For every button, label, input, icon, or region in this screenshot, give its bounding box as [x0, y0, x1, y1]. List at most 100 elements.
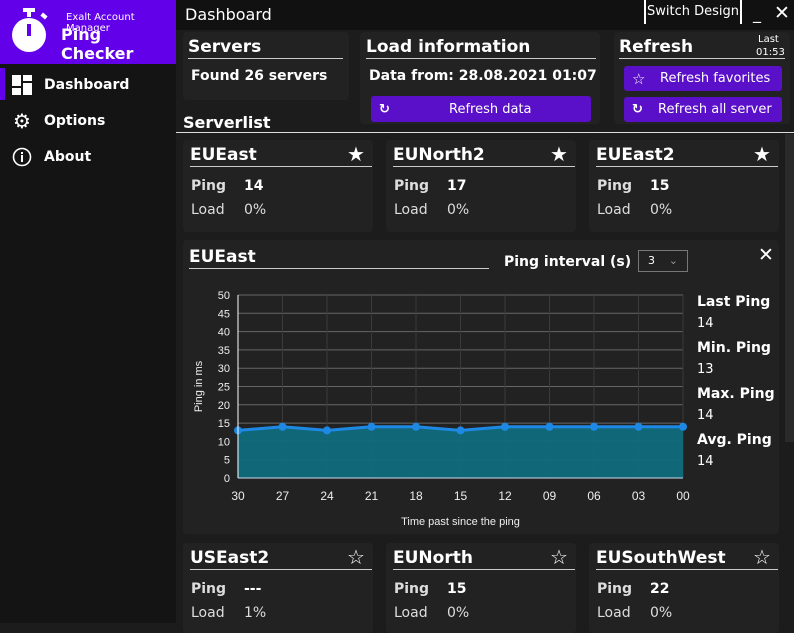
- switch-design-button[interactable]: Switch Design: [644, 0, 742, 24]
- select-value: 3: [648, 254, 655, 267]
- server-name: EUSouthWest: [596, 548, 778, 570]
- ping-value: 14: [244, 178, 264, 194]
- y-tick-label: 50: [218, 290, 230, 302]
- y-tick-label: 45: [218, 308, 230, 320]
- x-tick-label: 21: [365, 489, 379, 503]
- button-label: Refresh all server: [658, 102, 772, 117]
- y-tick-label: 25: [218, 382, 230, 394]
- scrollbar[interactable]: [785, 134, 794, 442]
- refresh-favorites-button[interactable]: ☆ Refresh favorites: [624, 66, 782, 91]
- data-point: [590, 422, 598, 431]
- app-logo: Exalt Account Manager Ping Checker: [0, 0, 176, 64]
- app-title: Ping Checker: [61, 25, 134, 63]
- gear-icon: ⚙: [13, 109, 31, 133]
- stat-value: 14: [697, 316, 714, 331]
- x-tick-label: 27: [276, 489, 290, 503]
- x-tick-label: 06: [587, 489, 601, 503]
- load-value: 0%: [650, 202, 673, 218]
- stat-value: 14: [697, 408, 714, 423]
- y-tick-label: 40: [218, 327, 230, 339]
- stat-label: Min. Ping: [697, 340, 771, 356]
- sidebar-item-label: Options: [44, 113, 106, 129]
- ping-value: 22: [650, 581, 670, 597]
- detail-title: EUEast: [189, 247, 489, 269]
- star-filled-icon[interactable]: ★: [550, 144, 568, 164]
- ping-label: Ping: [191, 178, 227, 194]
- load-label: Load: [597, 605, 631, 621]
- refresh-all-button[interactable]: ↻ Refresh all server: [624, 97, 782, 122]
- server-card[interactable]: EUEast2 ★ Ping 15 Load 0%: [589, 140, 779, 232]
- server-card[interactable]: EUNorth2 ★ Ping 17 Load 0%: [386, 140, 576, 232]
- load-value: 0%: [447, 605, 470, 621]
- sidebar-item-about[interactable]: About: [0, 140, 176, 174]
- x-tick-label: 30: [231, 489, 245, 503]
- sidebar-item-dashboard[interactable]: Dashboard: [0, 68, 176, 102]
- data-point: [278, 422, 287, 431]
- server-name: EUNorth2: [393, 145, 575, 167]
- server-name: USEast2: [190, 548, 372, 570]
- data-point: [501, 422, 509, 431]
- server-card[interactable]: EUEast ★ Ping 14 Load 0%: [183, 140, 373, 232]
- server-card[interactable]: USEast2 ☆ Ping --- Load 1%: [183, 543, 373, 633]
- data-point: [545, 422, 554, 431]
- star-outline-icon: ☆: [632, 69, 646, 88]
- load-label: Load: [394, 605, 428, 621]
- stat-value: 13: [697, 362, 714, 377]
- ping-label: Ping: [394, 581, 430, 597]
- data-point: [323, 426, 331, 435]
- ping-value: ---: [244, 581, 262, 597]
- servers-count: Found 26 servers: [191, 68, 328, 84]
- server-name: EUEast: [190, 145, 372, 167]
- ping-label: Ping: [394, 178, 430, 194]
- data-point: [634, 422, 643, 431]
- y-tick-label: 35: [218, 345, 230, 357]
- servers-title: Servers: [188, 37, 343, 59]
- stat-label: Avg. Ping: [697, 432, 772, 448]
- stat-label: Last Ping: [697, 294, 771, 310]
- page-title: Dashboard: [185, 5, 272, 24]
- load-title: Load information: [366, 37, 596, 59]
- ping-interval-select[interactable]: 3 ⌄: [638, 250, 688, 272]
- x-tick-label: 24: [320, 489, 334, 503]
- last-label: Last: [758, 34, 779, 45]
- load-value: 1%: [244, 605, 267, 621]
- star-filled-icon[interactable]: ★: [347, 144, 365, 164]
- area-fill: [238, 426, 683, 478]
- x-tick-label: 12: [498, 489, 512, 503]
- y-tick-label: 20: [218, 400, 230, 412]
- ping-label: Ping: [597, 178, 633, 194]
- close-panel-button[interactable]: ✕: [758, 244, 774, 266]
- stat-label: Max. Ping: [697, 386, 775, 402]
- star-outline-icon[interactable]: ☆: [550, 547, 568, 567]
- ping-interval-label: Ping interval (s): [504, 254, 632, 270]
- x-tick-label: 03: [632, 489, 646, 503]
- sidebar-item-label: Dashboard: [44, 77, 130, 93]
- data-point: [679, 422, 687, 431]
- y-axis-label: Ping in ms: [193, 360, 205, 412]
- sidebar-item-options[interactable]: ⚙ Options: [0, 104, 176, 138]
- server-card[interactable]: EUSouthWest ☆ Ping 22 Load 0%: [589, 543, 779, 633]
- y-tick-label: 10: [218, 436, 230, 448]
- load-value: 0%: [244, 202, 267, 218]
- dashboard-icon: [0, 75, 44, 95]
- refresh-data-button[interactable]: ↻ Refresh data: [371, 96, 591, 122]
- close-window-button[interactable]: ✕: [774, 2, 790, 24]
- server-name: EUNorth: [393, 548, 575, 570]
- sidebar-item-label: About: [44, 149, 92, 165]
- star-filled-icon[interactable]: ★: [753, 144, 771, 164]
- data-point: [456, 426, 465, 435]
- star-outline-icon[interactable]: ☆: [347, 547, 365, 567]
- star-outline-icon[interactable]: ☆: [753, 547, 771, 567]
- x-axis-label: Time past since the ping: [401, 516, 520, 528]
- refresh-icon: ↻: [632, 102, 643, 117]
- divider: [176, 132, 794, 133]
- server-card[interactable]: EUNorth ☆ Ping 15 Load 0%: [386, 543, 576, 633]
- info-icon: [0, 147, 44, 167]
- serverlist-title: Serverlist: [183, 113, 271, 132]
- last-time: 01:53: [756, 47, 785, 58]
- data-point: [367, 422, 376, 431]
- ping-label: Ping: [597, 581, 633, 597]
- load-value: 0%: [447, 202, 470, 218]
- server-name: EUEast2: [596, 145, 778, 167]
- minimize-button[interactable]: _: [753, 4, 761, 23]
